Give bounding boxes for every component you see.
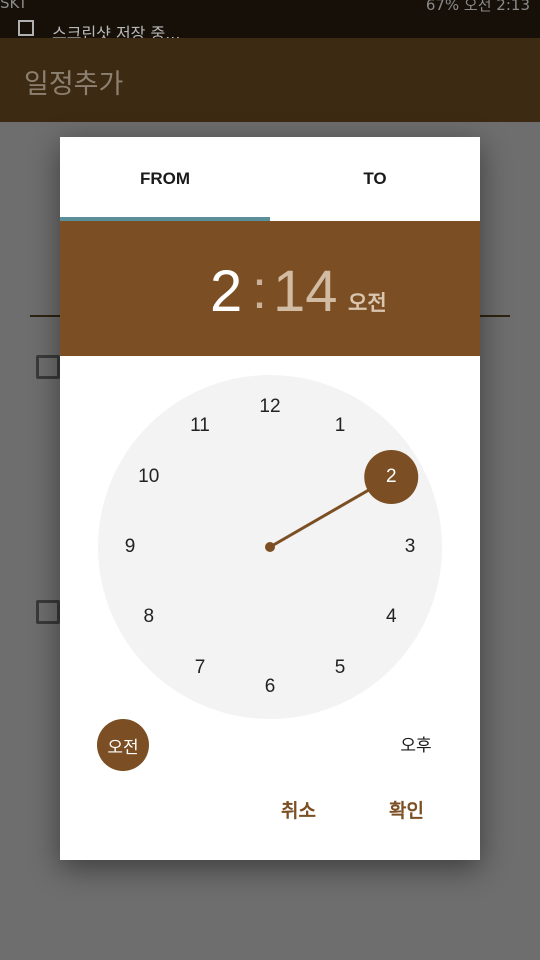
clock-number-4[interactable]: 4: [371, 602, 411, 632]
clock-number-12[interactable]: 12: [250, 392, 290, 422]
time-picker-dialog: FROM TO 2 : 14 오전 12 1 2 3 4 5 6 7 8 9 10 11 오전 오후 …: [60, 137, 480, 860]
clock-face[interactable]: 12 1 2 3 4 5 6 7 8 9 10 11: [98, 375, 442, 719]
clock-center-dot: [265, 542, 275, 552]
clock-number-7[interactable]: 7: [180, 653, 220, 683]
hour-display[interactable]: 2: [210, 257, 242, 327]
tab-to[interactable]: TO: [270, 137, 480, 221]
clock-number-2[interactable]: 2: [371, 462, 411, 492]
tab-bar: FROM TO: [60, 137, 480, 221]
pm-button[interactable]: 오후: [390, 717, 442, 769]
clock-number-3[interactable]: 3: [390, 532, 430, 562]
clock-number-11[interactable]: 11: [180, 411, 220, 441]
am-button[interactable]: 오전: [97, 719, 149, 771]
clock-number-8[interactable]: 8: [129, 602, 169, 632]
period-display: 오전: [348, 292, 387, 315]
clock-number-9[interactable]: 9: [110, 532, 150, 562]
time-header: 2 : 14 오전: [60, 221, 480, 356]
ok-button[interactable]: 확인: [389, 793, 424, 829]
tab-from[interactable]: FROM: [60, 137, 270, 221]
clock-number-5[interactable]: 5: [320, 653, 360, 683]
cancel-button[interactable]: 취소: [281, 793, 316, 829]
clock-number-10[interactable]: 10: [129, 462, 169, 492]
clock-number-1[interactable]: 1: [320, 411, 360, 441]
minute-display[interactable]: 14: [273, 257, 338, 327]
clock-number-6[interactable]: 6: [250, 672, 290, 702]
time-separator: :: [252, 260, 268, 320]
